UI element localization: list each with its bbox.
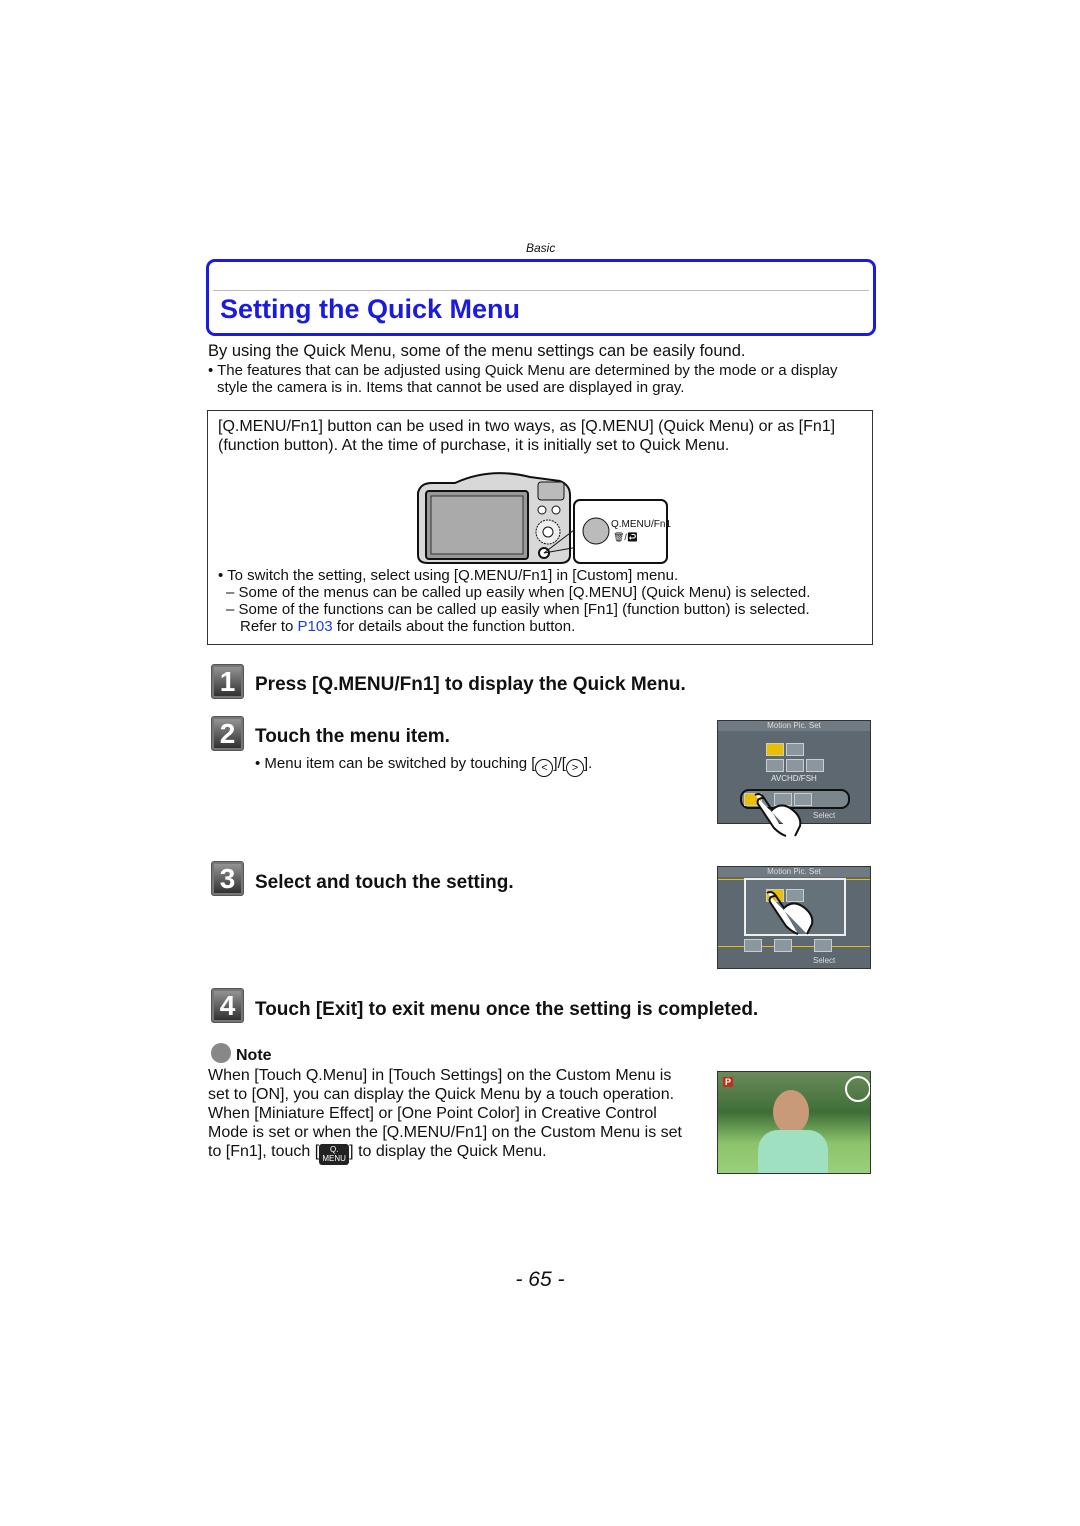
intro-bullet-cont: style the camera is in. Items that canno…	[217, 379, 685, 396]
screen-format: AVCHD/FSH	[771, 774, 817, 783]
page-number: - 65 -	[515, 1268, 565, 1291]
step-3-icon: 3	[211, 861, 244, 896]
touch-hand-icon	[766, 891, 814, 935]
screen-title: Motion Pic. Set	[718, 867, 870, 877]
step-2-text: Touch the menu item.	[255, 726, 450, 747]
step-4-text: Touch [Exit] to exit menu once the setti…	[255, 999, 759, 1020]
step-3-text: Select and touch the setting.	[255, 872, 514, 893]
callout-label: Q.MENU/Fn1	[611, 519, 672, 530]
section-header: Basic	[526, 241, 556, 255]
intro-bullet: • The features that can be adjusted usin…	[208, 362, 838, 379]
live-view-photo: P	[717, 1071, 871, 1174]
note-pencil-icon	[211, 1043, 231, 1063]
step-1-icon: 1	[211, 664, 244, 699]
info-bullet: • To switch the setting, select using [Q…	[218, 567, 679, 584]
quick-menu-touch-icon[interactable]	[845, 1076, 870, 1102]
right-arrow-icon: >	[565, 759, 584, 777]
info-text: (function button). At the time of purcha…	[218, 437, 730, 454]
trash-return-icon: 🗑/↩	[613, 532, 639, 542]
intro-text: By using the Quick Menu, some of the men…	[208, 342, 746, 360]
step-2-sub: • Menu item can be switched by touching …	[255, 755, 592, 777]
qmenu-icon: Q. MENU	[319, 1144, 350, 1165]
page-link-p103[interactable]: P103	[298, 618, 333, 635]
touch-hand-icon	[754, 793, 802, 837]
info-dash: – Some of the menus can be called up eas…	[226, 584, 811, 601]
info-dash: – Some of the functions can be called up…	[226, 601, 810, 618]
camera-illustration	[417, 472, 668, 564]
step-2-icon: 2	[211, 716, 244, 751]
note-heading: Note	[236, 1047, 272, 1064]
step-4-icon: 4	[211, 988, 244, 1023]
screen-select: Select	[813, 956, 836, 965]
screen-title: Motion Pic. Set	[718, 721, 870, 731]
manual-page: Basic Setting the Quick Menu By using th…	[0, 0, 1080, 1526]
note-text: When [Touch Q.Menu] in [Touch Settings] …	[208, 1067, 682, 1165]
screen-select: Select	[813, 811, 836, 820]
refer-text: Refer to P103 for details about the func…	[240, 618, 576, 635]
mode-p-badge: P	[723, 1077, 734, 1087]
info-text: [Q.MENU/Fn1] button can be used in two w…	[218, 418, 836, 435]
left-arrow-icon: <	[535, 759, 554, 777]
page-title: Setting the Quick Menu	[220, 294, 521, 324]
step-1-text: Press [Q.MENU/Fn1] to display the Quick …	[255, 674, 686, 695]
